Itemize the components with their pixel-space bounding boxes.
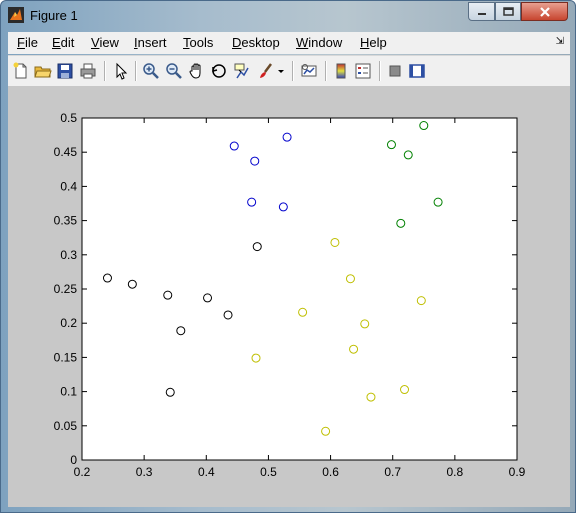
- x-tick-label: 0.2: [74, 465, 91, 479]
- menu-file[interactable]: File: [17, 35, 38, 50]
- legend-icon[interactable]: [354, 62, 372, 80]
- scatter-plot[interactable]: 0.2 0.3 0.4 0.5 0.6 0.7 0.8 0.9 0 0.05 0.1 0.15 0.2 0…: [8, 87, 570, 507]
- menu-help[interactable]: Help: [360, 35, 387, 50]
- pointer-icon[interactable]: [112, 62, 130, 80]
- brush-dropdown-icon[interactable]: [276, 62, 286, 80]
- close-icon: [539, 6, 550, 17]
- x-tick-label: 0.5: [260, 465, 277, 479]
- link-plot-icon[interactable]: [300, 62, 318, 80]
- maximize-icon: [502, 7, 514, 16]
- pan-hand-icon[interactable]: [188, 62, 206, 80]
- minimize-button[interactable]: [468, 2, 495, 21]
- brush-icon[interactable]: [257, 62, 275, 80]
- hide-plot-tools-icon[interactable]: [386, 62, 404, 80]
- x-tick-label: 0.4: [198, 465, 215, 479]
- save-icon[interactable]: [56, 62, 74, 80]
- colorbar-icon[interactable]: [332, 62, 350, 80]
- toolbar-separator: [292, 61, 294, 81]
- axes-background[interactable]: [81, 117, 518, 461]
- x-tick-label: 0.3: [136, 465, 153, 479]
- y-tick-label: 0.45: [54, 145, 78, 159]
- menu-bar: File Edit View Insert Tools Desktop Wind…: [8, 32, 570, 54]
- close-button[interactable]: [521, 2, 568, 21]
- menubar-dock-arrow-icon[interactable]: ⇲: [556, 36, 564, 47]
- y-tick-label: 0.2: [60, 316, 77, 330]
- new-figure-icon[interactable]: [12, 62, 30, 80]
- minimize-icon: [477, 12, 486, 15]
- toolbar-separator: [325, 61, 327, 81]
- figure-toolbar: [8, 55, 570, 87]
- matlab-logo-icon: [8, 7, 24, 23]
- title-bar[interactable]: Figure 1: [1, 1, 575, 29]
- menu-tools[interactable]: Tools: [183, 35, 213, 50]
- print-icon[interactable]: [79, 62, 97, 80]
- x-tick-label: 0.8: [447, 465, 464, 479]
- y-tick-label: 0.1: [60, 385, 77, 399]
- menu-desktop[interactable]: Desktop: [232, 35, 280, 50]
- y-tick-label: 0.05: [54, 419, 78, 433]
- y-tick-label: 0.35: [54, 214, 78, 228]
- x-tick-label: 0.6: [322, 465, 339, 479]
- toolbar-separator: [135, 61, 137, 81]
- zoom-in-icon[interactable]: [142, 62, 160, 80]
- y-tick-label: 0.25: [54, 282, 78, 296]
- y-tick-label: 0: [70, 453, 77, 467]
- y-tick-label: 0.3: [60, 248, 77, 262]
- menu-edit[interactable]: Edit: [52, 35, 74, 50]
- toolbar-separator: [104, 61, 106, 81]
- y-tick-label: 0.15: [54, 350, 78, 364]
- y-tick-label: 0.4: [60, 179, 77, 193]
- figure-canvas[interactable]: 0.2 0.3 0.4 0.5 0.6 0.7 0.8 0.9 0 0.05 0.1 0.15 0.2 0…: [8, 87, 570, 507]
- rotate-3d-icon[interactable]: [210, 62, 228, 80]
- zoom-out-icon[interactable]: [165, 62, 183, 80]
- y-tick-label: 0.5: [60, 111, 77, 125]
- figure-window: Figure 1 File Edit View Insert Tools Des…: [0, 0, 576, 513]
- menu-window[interactable]: Window: [296, 35, 342, 50]
- maximize-button[interactable]: [495, 2, 521, 21]
- x-tick-label: 0.9: [509, 465, 526, 479]
- menu-insert[interactable]: Insert: [134, 35, 167, 50]
- menu-view[interactable]: View: [91, 35, 119, 50]
- window-title: Figure 1: [30, 8, 78, 23]
- x-tick-label: 0.7: [384, 465, 401, 479]
- show-plot-tools-icon[interactable]: [408, 62, 426, 80]
- data-cursor-icon[interactable]: [233, 62, 251, 80]
- open-file-icon[interactable]: [34, 62, 52, 80]
- toolbar-separator: [379, 61, 381, 81]
